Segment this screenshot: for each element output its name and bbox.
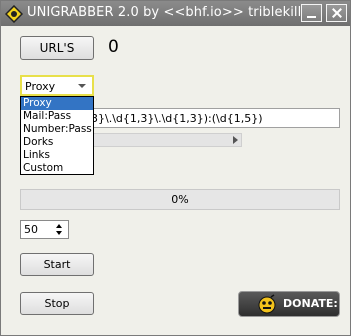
dropdown-option-dorks[interactable]: Dorks [21,136,93,149]
scroll-right-icon[interactable] [233,136,238,144]
type-select[interactable]: Proxy [20,75,94,96]
arrow-down-icon[interactable] [56,231,62,235]
minimize-button[interactable] [301,4,322,22]
urls-button[interactable]: URL'S [20,36,94,60]
arrow-up-icon[interactable] [56,224,62,228]
close-button[interactable] [326,4,347,22]
dropdown-option-custom[interactable]: Custom [21,162,93,175]
threads-value: 50 [24,223,38,236]
threads-stepper[interactable]: 50 [20,220,69,239]
start-button[interactable]: Start [20,253,94,276]
horizontal-scrollbar[interactable] [92,133,242,147]
dropdown-option-proxy[interactable]: Proxy [21,97,93,110]
bomb-icon [258,294,276,314]
type-select-value: Proxy [25,80,56,93]
donate-button[interactable]: DONATE: [238,291,340,317]
dropdown-option-links[interactable]: Links [21,149,93,162]
dropdown-option-mail-pass[interactable]: Mail:Pass [21,110,93,123]
window-title: UNIGRABBER 2.0 by <<bhf.io>> triblekill [27,5,302,20]
chevron-down-icon[interactable] [78,84,86,88]
titlebar[interactable]: UNIGRABBER 2.0 by <<bhf.io>> triblekill [1,1,350,26]
stop-button[interactable]: Stop [20,292,94,315]
app-window: UNIGRABBER 2.0 by <<bhf.io>> triblekill … [0,0,351,336]
regex-input-value: 3}\.\d{1,3}\.\d{1,3}):(\d{1,5}) [91,112,263,125]
progress-label: 0% [171,193,189,206]
donate-label: DONATE: [283,297,338,310]
progress-bar: 0% [20,189,340,210]
urls-count: 0 [108,37,119,57]
type-dropdown-list[interactable]: Proxy Mail:Pass Number:Pass Dorks Links … [20,96,94,175]
app-logo-icon [5,5,23,23]
dropdown-option-number-pass[interactable]: Number:Pass [21,123,93,136]
